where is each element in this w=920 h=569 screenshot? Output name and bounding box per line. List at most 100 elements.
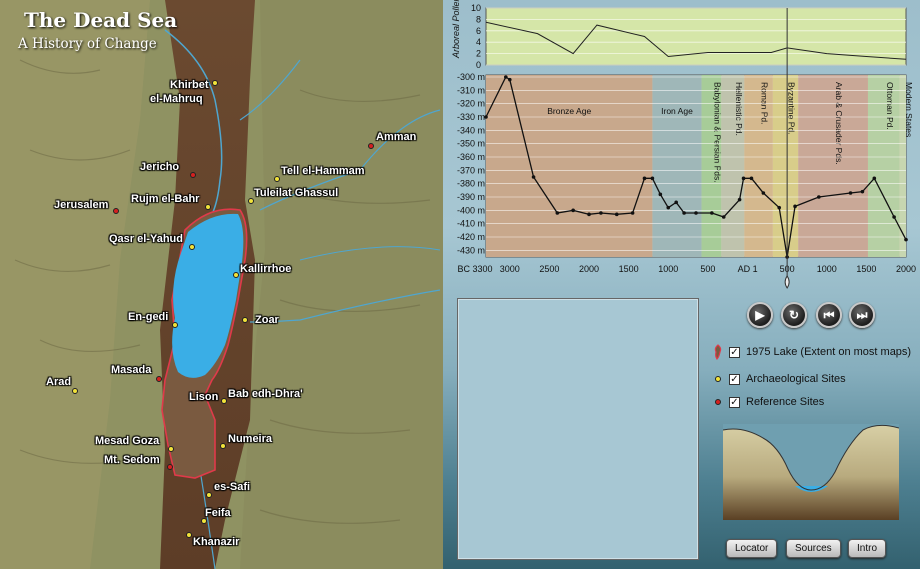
sea-data-point	[741, 176, 746, 181]
sea-y-tick-label: -370 m	[457, 165, 485, 175]
sea-x-tick-label: 1500	[856, 264, 876, 274]
site-label-tell-el-hammam[interactable]: Tell el-Hammam	[281, 165, 365, 178]
rewind-button[interactable]: ⏮	[816, 302, 842, 328]
map-subtitle: A History of Change	[18, 36, 157, 52]
yellow-dot-icon	[715, 376, 721, 382]
sea-data-point	[904, 237, 908, 242]
site-dot-bab-edh-dhra[interactable]	[221, 398, 227, 404]
site-dot-masada[interactable]	[156, 376, 162, 382]
sea-y-tick-label: -420 m	[457, 232, 485, 242]
sources-button[interactable]: Sources	[786, 539, 841, 558]
site-label-jerusalem[interactable]: Jerusalem	[54, 199, 108, 212]
site-label-en-gedi[interactable]: En-gedi	[128, 311, 168, 324]
sea-y-tick-label: -400 m	[457, 205, 485, 215]
sea-y-tick-label: -330 m	[457, 112, 485, 122]
site-label-el-mahruq[interactable]: el-Mahruq	[150, 93, 203, 106]
sea-x-tick-label: 2500	[539, 264, 559, 274]
sea-data-point	[484, 115, 488, 119]
legend-label-reference: Reference Sites	[746, 396, 825, 408]
site-dot-zoar[interactable]	[242, 317, 248, 323]
site-label-feifa[interactable]: Feifa	[205, 507, 231, 520]
fast-forward-icon: ⏭	[856, 308, 868, 322]
site-label-bab-edh-dhra[interactable]: Bab edh-Dhra'	[228, 388, 303, 401]
site-dot-jericho[interactable]	[190, 172, 196, 178]
legend-item-1975-lake[interactable]: ✓ 1975 Lake (Extent on most maps)	[711, 344, 911, 360]
site-dot-khanazir[interactable]	[186, 532, 192, 538]
sea-data-point	[892, 215, 896, 219]
intro-button[interactable]: Intro	[848, 539, 887, 558]
site-label-zoar[interactable]: Zoar	[255, 314, 279, 327]
site-dot-mt-sedom[interactable]	[167, 464, 173, 470]
lake-checkbox[interactable]: ✓	[729, 346, 740, 358]
sea-x-tick-label: 500	[700, 264, 715, 274]
sea-y-tick-label: -410 m	[457, 219, 485, 229]
sea-x-tick-label: BC 3300	[457, 264, 492, 274]
locator-button[interactable]: Locator	[726, 539, 778, 558]
site-label-arad[interactable]: Arad	[46, 376, 71, 389]
sea-data-point	[630, 211, 635, 215]
sea-data-point	[531, 175, 536, 179]
site-dot-arad[interactable]	[72, 388, 78, 394]
period-label: Roman Pd.	[760, 82, 770, 125]
dead-sea-map[interactable]: The Dead Sea A History of Change Khirbet…	[0, 0, 443, 569]
period-label: Babylonian & Persian Pds.	[712, 82, 722, 183]
site-dot-kallirrhoe[interactable]	[233, 272, 239, 278]
site-label-masada[interactable]: Masada	[111, 364, 151, 377]
reset-icon: ↻	[788, 308, 800, 322]
photo-viewer	[457, 298, 699, 560]
site-dot-amman[interactable]	[368, 143, 374, 149]
period-band	[486, 75, 653, 257]
site-label-mesad-goza[interactable]: Mesad Goza	[95, 435, 159, 448]
period-band	[798, 75, 868, 257]
fast-forward-button[interactable]: ⏭	[849, 302, 875, 328]
site-label-mt-sedom[interactable]: Mt. Sedom	[104, 454, 160, 467]
sea-x-tick-label: 1000	[658, 264, 678, 274]
sea-data-point	[721, 215, 726, 219]
sea-data-point	[674, 200, 678, 205]
sea-data-point	[682, 211, 686, 215]
sea-data-point	[571, 208, 575, 213]
site-label-amman[interactable]: Amman	[376, 131, 416, 144]
sea-data-point	[507, 77, 512, 82]
sea-data-point	[642, 176, 647, 181]
site-label-kallirrhoe[interactable]: Kallirrhoe	[240, 263, 291, 276]
site-label-rujm-el-bahr[interactable]: Rujm el-Bahr	[131, 193, 199, 206]
site-dot-es-safi[interactable]	[206, 492, 212, 498]
site-label-khirbet[interactable]: Khirbet	[170, 79, 209, 92]
site-label-khanazir[interactable]: Khanazir	[193, 536, 239, 549]
time-slider-handle[interactable]	[784, 275, 790, 289]
sea-y-tick-label: -300 m	[457, 72, 485, 82]
legend-item-archaeological-sites[interactable]: ✓ Archaeological Sites	[711, 371, 846, 387]
sea-y-tick-label: -390 m	[457, 192, 485, 202]
lake-outline-icon	[711, 344, 725, 360]
site-dot-khirbet-el-mahruq[interactable]	[212, 80, 218, 86]
sea-data-point	[737, 197, 742, 202]
legend-item-reference-sites[interactable]: ✓ Reference Sites	[711, 394, 824, 410]
archaeological-checkbox[interactable]: ✓	[729, 373, 740, 385]
sea-data-point	[817, 195, 821, 199]
site-label-jericho[interactable]: Jericho	[140, 161, 179, 174]
site-label-tuleilat-ghassul[interactable]: Tuleilat Ghassul	[254, 187, 338, 200]
site-label-es-safi[interactable]: es-Safi	[214, 481, 250, 494]
site-label-numeira[interactable]: Numeira	[228, 433, 272, 446]
reference-checkbox[interactable]: ✓	[729, 396, 740, 408]
site-dot-jerusalem[interactable]	[113, 208, 119, 214]
site-dot-mesad-goza[interactable]	[168, 446, 174, 452]
sea-data-point	[694, 211, 698, 215]
period-label: Byzantine Pd.	[787, 82, 797, 134]
site-dot-qasr-el-yahud[interactable]	[189, 244, 195, 250]
red-dot-icon	[715, 399, 721, 405]
sea-data-point	[555, 211, 560, 215]
site-dot-en-gedi[interactable]	[172, 322, 178, 328]
reset-button[interactable]: ↻	[781, 302, 807, 328]
sea-y-tick-label: -430 m	[457, 245, 485, 255]
site-label-qasr-el-yahud[interactable]: Qasr el-Yahud	[109, 233, 183, 246]
sea-y-tick-label: -320 m	[457, 99, 485, 109]
site-dot-rujm-el-bahr[interactable]	[205, 204, 211, 210]
site-dot-numeira[interactable]	[220, 443, 226, 449]
sea-data-point	[666, 205, 671, 210]
sea-x-tick-label: 1000	[817, 264, 837, 274]
site-dot-tell-el-hammam[interactable]	[274, 176, 280, 182]
play-button[interactable]: ▶	[747, 302, 773, 328]
site-label-lison[interactable]: Lison	[189, 391, 218, 404]
